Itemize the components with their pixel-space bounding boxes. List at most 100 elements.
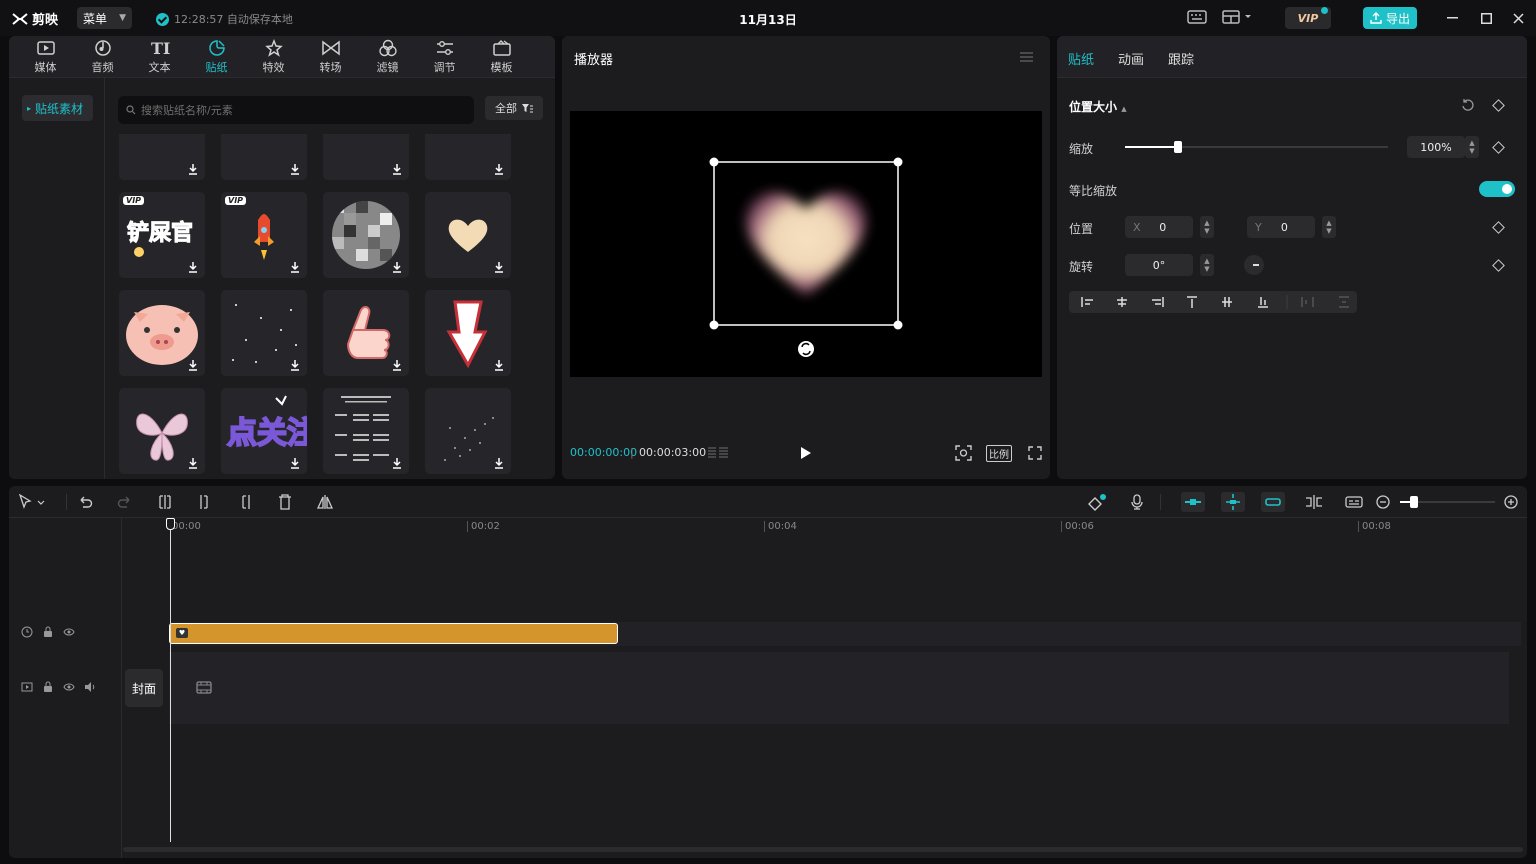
tab-animation[interactable]: 动画 (1118, 49, 1144, 68)
maximize-icon[interactable] (1476, 8, 1496, 28)
download-icon[interactable] (186, 456, 200, 470)
tab-template[interactable]: 模板 (473, 36, 530, 78)
play-icon[interactable] (800, 446, 812, 463)
search-input[interactable]: 搜索贴纸名称/元素 (118, 96, 474, 124)
rotate-dial[interactable] (1244, 255, 1264, 275)
download-icon[interactable] (492, 358, 506, 372)
lock-icon[interactable] (42, 681, 54, 693)
scale-slider[interactable] (1125, 141, 1388, 153)
keyframe-icon[interactable] (1492, 141, 1505, 154)
main-track-magnet-icon[interactable] (1181, 492, 1205, 512)
timeline-scrollbar[interactable] (123, 847, 1523, 852)
sticker-clip[interactable]: ♥ (169, 623, 618, 644)
section-title[interactable]: 位置大小 ▲ (1069, 98, 1127, 115)
sidebar-item-sticker-library[interactable]: ▸ 贴纸素材 (22, 95, 93, 121)
clock-icon[interactable] (21, 626, 33, 638)
reset-icon[interactable] (1461, 98, 1475, 115)
tab-effects[interactable]: 特效 (245, 36, 302, 78)
sticker-tile-arrow[interactable] (425, 290, 511, 376)
sticker-tile-glow-heart[interactable] (425, 192, 511, 278)
download-icon[interactable] (390, 162, 404, 176)
zoom-slider[interactable] (1400, 496, 1495, 508)
tab-sticker[interactable]: 贴纸 (188, 36, 245, 78)
download-icon[interactable] (492, 162, 506, 176)
video-track-icon[interactable] (21, 681, 33, 693)
split-left-icon[interactable] (197, 494, 213, 510)
download-icon[interactable] (390, 358, 404, 372)
filter-button[interactable]: 全部 (485, 96, 543, 120)
download-icon[interactable] (186, 162, 200, 176)
download-icon[interactable] (288, 456, 302, 470)
position-x-stepper[interactable]: ▲ ▼ (1200, 216, 1214, 238)
sticker-tile-purple-cloud[interactable] (221, 134, 307, 180)
redo-icon[interactable] (117, 494, 133, 510)
split-right-icon[interactable] (237, 494, 253, 510)
sticker-tile-follow-text[interactable]: 点关注 (221, 388, 307, 474)
download-icon[interactable] (288, 358, 302, 372)
eye-icon[interactable] (63, 626, 75, 638)
position-y-input[interactable]: Y 0 (1247, 216, 1315, 238)
caption-icon[interactable] (1344, 494, 1364, 510)
rotate-stepper[interactable]: ▲ ▼ (1200, 254, 1214, 276)
sticker-tile-paws[interactable] (119, 134, 205, 180)
sticker-tile-rocket[interactable]: VIP (221, 192, 307, 278)
ratio-button[interactable]: 比例 (986, 445, 1012, 462)
delete-icon[interactable] (277, 494, 293, 510)
minimize-icon[interactable] (1442, 8, 1462, 28)
tab-sticker[interactable]: 贴纸 (1068, 49, 1094, 68)
download-icon[interactable] (186, 260, 200, 274)
download-icon[interactable] (288, 260, 302, 274)
lock-icon[interactable] (42, 626, 54, 638)
sticker-tile-text-sticker[interactable]: 铲屎官 VIP (119, 192, 205, 278)
scale-input[interactable]: 100% (1407, 136, 1465, 158)
fit-screen-icon[interactable] (955, 445, 972, 464)
keyboard-icon[interactable] (1187, 10, 1207, 26)
tab-audio[interactable]: 音频 (74, 36, 131, 78)
zoom-in-icon[interactable] (1503, 494, 1519, 510)
keyframe-icon[interactable] (1492, 259, 1505, 272)
tab-transition[interactable]: 转场 (302, 36, 359, 78)
sticker-tile-butterfly[interactable] (119, 388, 205, 474)
menu-button[interactable]: 菜单 ▼ (77, 7, 132, 29)
rotate-input[interactable]: 0° (1125, 254, 1193, 276)
preview-axis-icon[interactable] (1304, 494, 1324, 510)
layout-icon[interactable] (1222, 10, 1256, 26)
sticker-tile-mosaic[interactable] (323, 192, 409, 278)
download-icon[interactable] (390, 456, 404, 470)
microphone-icon[interactable] (1129, 494, 1145, 510)
split-icon[interactable] (157, 494, 173, 510)
tab-filter[interactable]: 滤镜 (359, 36, 416, 78)
hamburger-icon[interactable] (1020, 51, 1033, 65)
scale-slider-thumb[interactable] (1173, 141, 1182, 153)
keyframe-icon[interactable] (1492, 221, 1505, 234)
sticker-tile-pig[interactable] (119, 290, 205, 376)
scale-stepper[interactable]: ▲ ▼ (1465, 136, 1479, 158)
download-icon[interactable] (390, 260, 404, 274)
smart-keyframe-icon[interactable] (1087, 494, 1106, 511)
sticker-tile-lyrics[interactable] (323, 388, 409, 474)
link-icon[interactable] (1261, 492, 1285, 512)
cover-button[interactable]: 封面 (125, 669, 163, 707)
sticker-tile-thumbs-up[interactable] (323, 290, 409, 376)
export-button[interactable]: 导出 (1363, 7, 1417, 29)
tab-media[interactable]: 媒体 (17, 36, 74, 78)
fullscreen-icon[interactable] (1028, 446, 1042, 463)
sticker-tile-blank[interactable] (425, 134, 511, 180)
auto-snap-icon[interactable] (1221, 492, 1245, 512)
zoom-out-icon[interactable] (1375, 494, 1391, 510)
position-y-stepper[interactable]: ▲ ▼ (1322, 216, 1336, 238)
undo-icon[interactable] (77, 494, 93, 510)
select-tool-icon[interactable] (18, 493, 48, 510)
playhead[interactable] (170, 518, 171, 842)
vip-badge[interactable]: VIP (1285, 7, 1331, 29)
eye-icon[interactable] (63, 681, 75, 693)
sticker-tile-dots[interactable] (425, 388, 511, 474)
playhead-handle[interactable] (166, 518, 175, 530)
download-icon[interactable] (492, 260, 506, 274)
download-icon[interactable] (186, 358, 200, 372)
volume-icon[interactable] (84, 681, 96, 693)
sticker-tile-sparkles[interactable] (221, 290, 307, 376)
tab-tracking[interactable]: 跟踪 (1168, 49, 1194, 68)
tab-text[interactable]: TI 文本 (131, 36, 188, 78)
position-x-input[interactable]: X 0 (1125, 216, 1193, 238)
